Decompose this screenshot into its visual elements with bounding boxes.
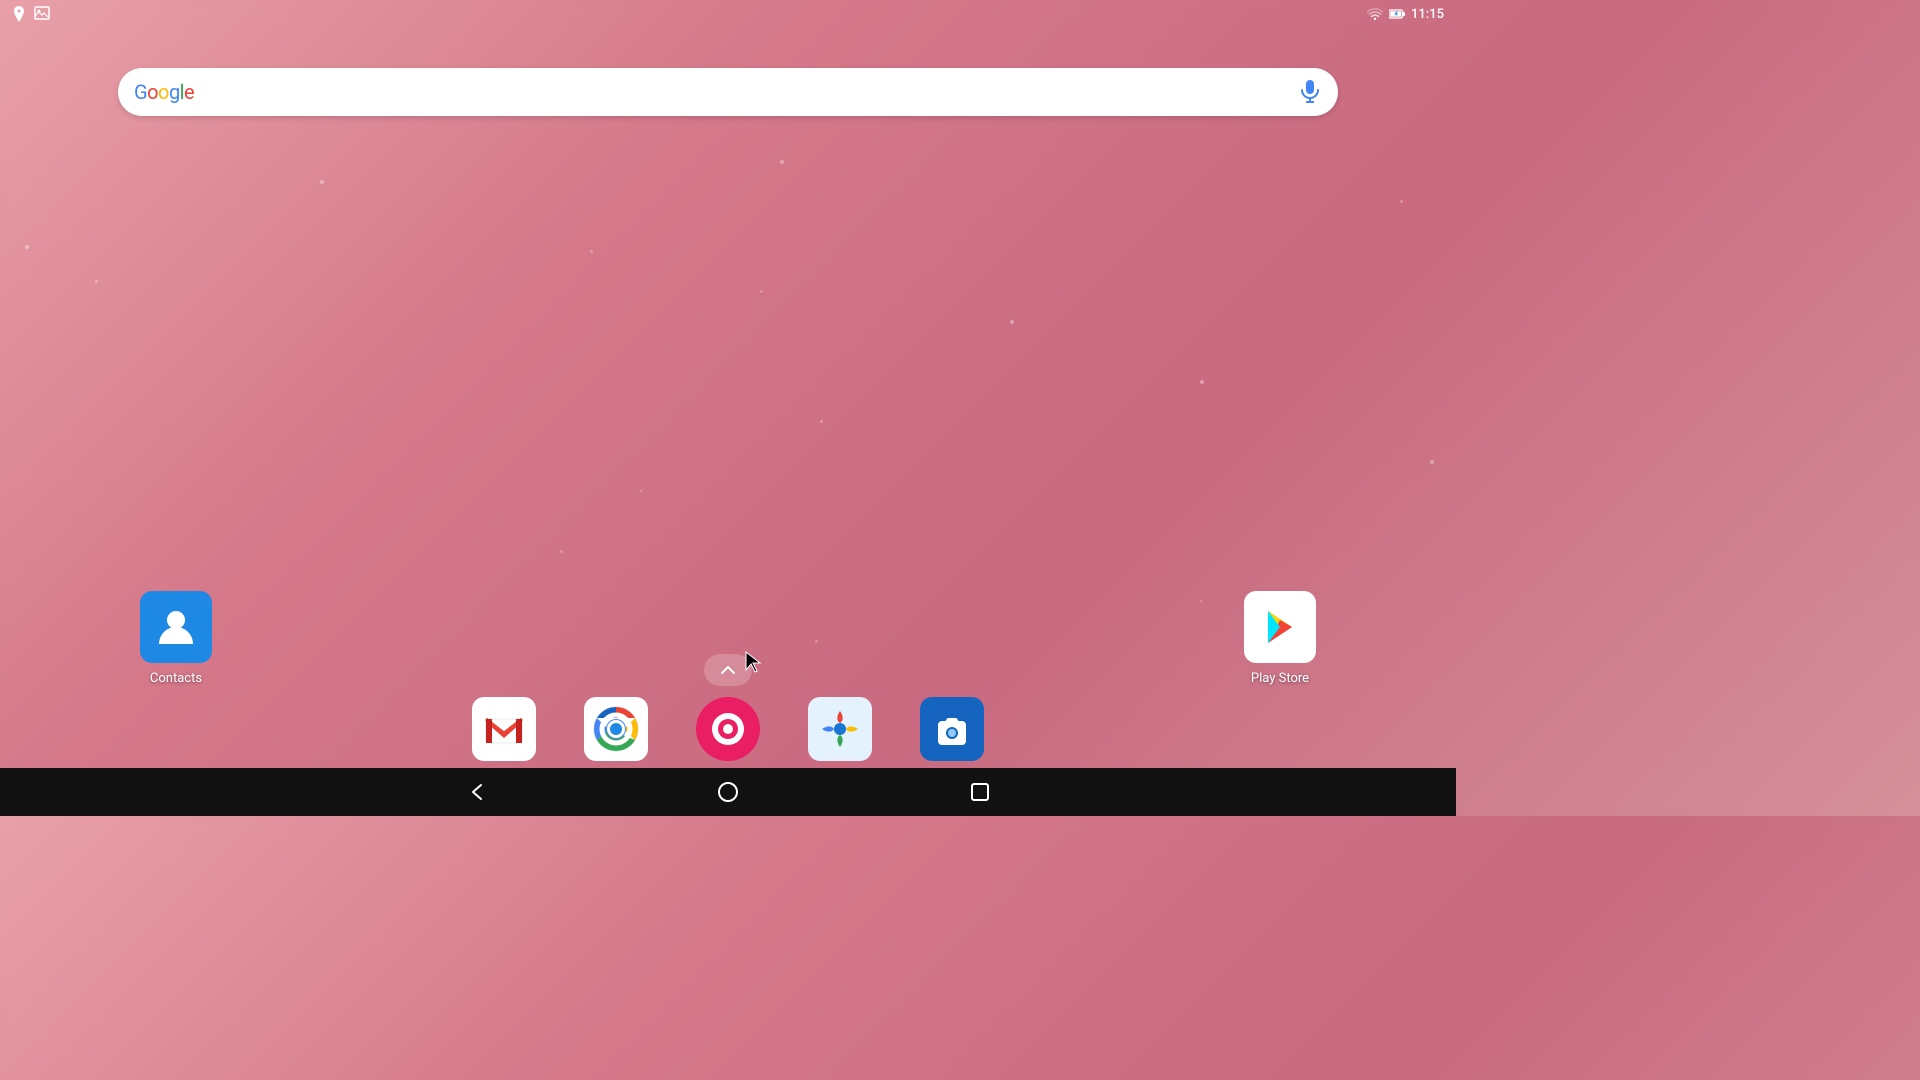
image-icon [34,6,50,20]
google-search-bar[interactable]: Google [118,68,1338,116]
camera-dock-icon[interactable] [920,697,984,761]
contacts-icon-img [140,591,212,663]
mic-icon[interactable] [1298,80,1322,104]
app-drawer-button[interactable] [704,654,752,686]
battery-icon [1389,8,1405,20]
recents-button[interactable] [964,776,996,808]
gmail-dock-icon[interactable] [472,697,536,761]
google-logo: Google [134,80,194,104]
contacts-label: Contacts [150,671,202,686]
play-store-icon-img [1244,591,1316,663]
dock [0,697,1456,761]
status-left-icons [12,6,50,22]
home-button[interactable] [712,776,744,808]
status-bar: 11:15 [0,0,1456,28]
contacts-app-icon[interactable]: Contacts [140,591,212,686]
status-right-icons: 11:15 [1367,7,1444,22]
music-dock-icon[interactable] [696,697,760,761]
location-icon [12,6,26,22]
back-button[interactable] [460,776,492,808]
dock-app-list [472,697,984,761]
play-store-app-icon[interactable]: Play Store [1244,591,1316,686]
chrome-dock-icon[interactable] [584,697,648,761]
play-store-label: Play Store [1251,671,1309,686]
nav-bar [0,768,1456,816]
photos-dock-icon[interactable] [808,697,872,761]
wifi-icon [1367,7,1383,21]
clock: 11:15 [1411,7,1444,22]
